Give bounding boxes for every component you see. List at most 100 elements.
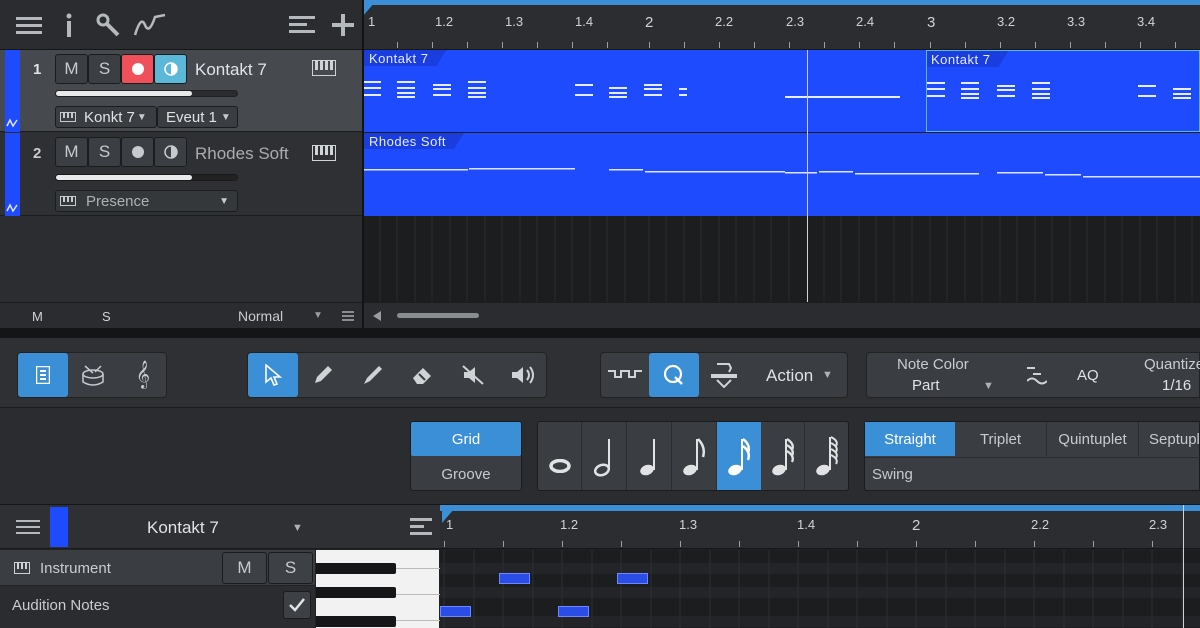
paint-tool-icon[interactable]: [348, 353, 398, 397]
straight-button[interactable]: Straight: [865, 422, 955, 456]
inspector-icon[interactable]: [18, 353, 68, 397]
list-icon[interactable]: [342, 311, 354, 321]
monitor-button[interactable]: [154, 137, 187, 167]
info-icon[interactable]: [58, 12, 80, 38]
tuplet-group: Straight Triplet Quintuplet Septuplet Sw…: [864, 421, 1200, 491]
instrument-input-select[interactable]: Konkt 7 ▼: [55, 106, 157, 128]
record-arm-button[interactable]: [121, 54, 154, 84]
groove-mode-button[interactable]: Groove: [411, 457, 521, 491]
volume-slider[interactable]: [55, 90, 238, 97]
quantize-tools-group: Action ▼: [600, 352, 848, 398]
mute-button[interactable]: M: [55, 54, 88, 84]
chevron-down-icon[interactable]: ▼: [292, 522, 303, 534]
clip-note-preview: [927, 82, 1191, 99]
track-header-2[interactable]: 2 M S Rhodes Soft Presence ▼: [0, 133, 362, 216]
thirty-second-note-icon[interactable]: [761, 422, 805, 490]
instrument-preset-select[interactable]: Presence ▼: [55, 190, 238, 212]
automation-toggle-icon[interactable]: [6, 118, 18, 128]
mute-button[interactable]: M: [222, 552, 267, 584]
drum-editor-icon[interactable]: [68, 353, 118, 397]
record-arm-button[interactable]: [121, 137, 154, 167]
quintuplet-button[interactable]: Quintuplet: [1047, 422, 1139, 456]
quantize-button-icon[interactable]: [649, 353, 699, 397]
midi-clip[interactable]: Kontakt 7: [926, 50, 1200, 132]
track-list-icon[interactable]: [410, 518, 432, 536]
solo-button[interactable]: S: [268, 552, 313, 584]
chevron-down-icon[interactable]: ▼: [313, 310, 323, 321]
midi-note[interactable]: [558, 606, 589, 617]
listen-tool-icon[interactable]: [498, 353, 548, 397]
global-mute-button[interactable]: M: [32, 309, 43, 324]
scroll-left-icon[interactable]: [373, 311, 381, 321]
instrument-track-icon: [312, 145, 336, 161]
midi-clip[interactable]: Rhodes Soft: [363, 133, 1200, 216]
panel-separator[interactable]: [0, 328, 1200, 338]
velocity-icon[interactable]: [1027, 365, 1047, 385]
midi-clip[interactable]: Kontakt 7: [363, 50, 926, 132]
grid-mode-button[interactable]: Grid: [411, 422, 521, 456]
ruler-label: 2.3: [1149, 517, 1168, 532]
output-select[interactable]: Eveut 1 ▼: [157, 106, 238, 128]
septuplet-button[interactable]: Septuplet: [1139, 422, 1200, 456]
sixteenth-note-icon[interactable]: [717, 422, 761, 490]
midi-note[interactable]: [499, 573, 530, 584]
audio-quantize-button[interactable]: AQ: [1077, 367, 1099, 384]
arrange-ruler[interactable]: 1 1.2 1.3 1.4 2 2.2 2.3 2.4 3 3.2 3.3 3.…: [363, 0, 1200, 50]
arrow-tool-icon[interactable]: [248, 353, 298, 397]
menu-icon[interactable]: [14, 14, 44, 36]
action-menu-button[interactable]: Action: [766, 366, 813, 386]
swing-slider[interactable]: Swing: [865, 457, 1200, 490]
piano-keyboard[interactable]: [316, 550, 440, 628]
solo-button[interactable]: S: [88, 137, 121, 167]
eraser-tool-icon[interactable]: [398, 353, 448, 397]
note-value-group: [537, 421, 849, 491]
arrange-area[interactable]: Kontakt 7 Kontakt 7 Rhodes Soft: [363, 50, 1200, 328]
chevron-down-icon[interactable]: ▼: [822, 369, 833, 381]
midi-note[interactable]: [440, 606, 471, 617]
editor-track-select[interactable]: Kontakt 7: [147, 518, 219, 538]
track-header-1[interactable]: 1 M S Kontakt 7 Konkt 7 ▼ Eveut 1 ▼: [0, 50, 362, 132]
track-name[interactable]: Kontakt 7: [195, 60, 267, 80]
clip-name: Kontakt 7: [369, 51, 429, 66]
mute-tool-icon[interactable]: [448, 353, 498, 397]
track-name[interactable]: Rhodes Soft: [195, 144, 289, 164]
sixty-fourth-note-icon[interactable]: [805, 422, 848, 490]
editor-ruler[interactable]: 1 1.2 1.3 1.4 2 2.2 2.3: [440, 505, 1200, 549]
playhead-line[interactable]: [1183, 550, 1184, 628]
quantize-value-select[interactable]: 1/16: [1162, 377, 1191, 394]
automation-icon[interactable]: [132, 12, 168, 38]
global-solo-button[interactable]: S: [102, 309, 111, 324]
chevron-down-icon[interactable]: ▼: [983, 380, 994, 392]
black-key[interactable]: [316, 587, 396, 598]
half-note-icon[interactable]: [582, 422, 627, 490]
note-color-select[interactable]: Part: [912, 377, 940, 394]
piano-roll-grid[interactable]: [440, 550, 1200, 628]
ruler-label: 2.2: [1031, 517, 1050, 532]
black-key[interactable]: [316, 616, 396, 627]
volume-slider[interactable]: [55, 174, 238, 181]
automation-toggle-icon[interactable]: [6, 203, 18, 213]
track-list-icon[interactable]: [288, 14, 316, 36]
monitor-button[interactable]: [154, 54, 187, 84]
midi-note[interactable]: [617, 573, 648, 584]
whole-note-icon[interactable]: [538, 422, 582, 490]
audition-notes-checkbox[interactable]: [283, 591, 311, 619]
eighth-note-icon[interactable]: [672, 422, 717, 490]
black-key[interactable]: [316, 563, 396, 574]
score-editor-icon[interactable]: 𝄞: [118, 353, 168, 397]
quarter-note-icon[interactable]: [627, 422, 672, 490]
clip-name: Rhodes Soft: [369, 134, 447, 149]
lock-icon[interactable]: [699, 353, 749, 397]
add-track-icon[interactable]: [330, 12, 356, 38]
record-mode-select[interactable]: Normal: [238, 308, 283, 324]
scrollbar-thumb[interactable]: [397, 313, 479, 318]
quantize-panel-icon[interactable]: [601, 353, 649, 397]
playhead-line[interactable]: [807, 50, 808, 302]
solo-button[interactable]: S: [88, 54, 121, 84]
pencil-tool-icon[interactable]: [298, 353, 348, 397]
menu-icon[interactable]: [16, 520, 40, 534]
triplet-button[interactable]: Triplet: [955, 422, 1047, 456]
wrench-icon[interactable]: [95, 12, 121, 38]
horizontal-scrollbar[interactable]: [363, 302, 1200, 328]
mute-button[interactable]: M: [55, 137, 88, 167]
